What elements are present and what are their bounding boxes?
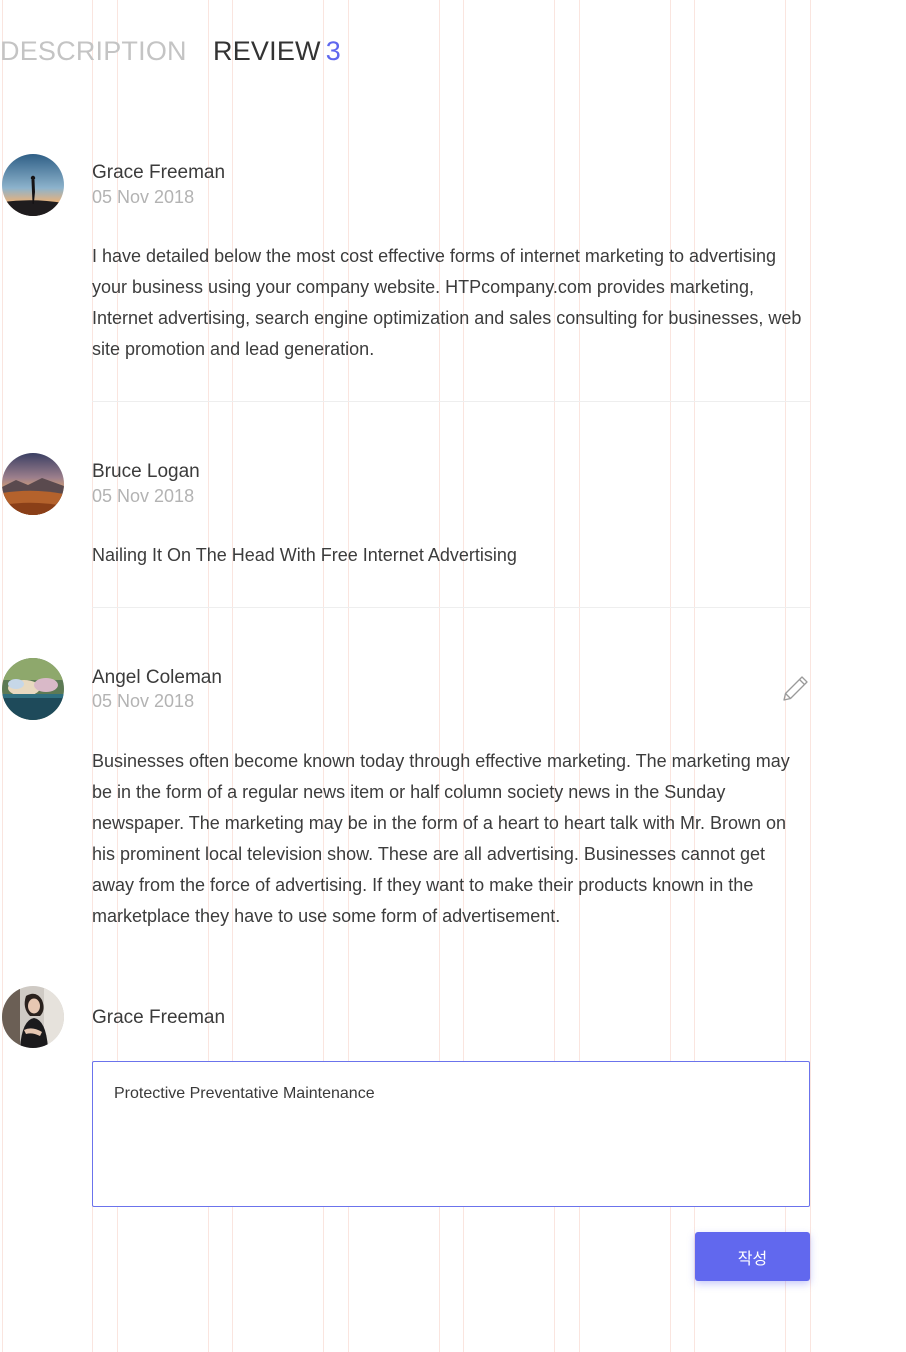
avatar	[2, 154, 64, 216]
pencil-icon[interactable]	[780, 672, 812, 704]
tab-review-label: REVIEW	[213, 36, 321, 66]
tab-description[interactable]: DESCRIPTION	[0, 36, 187, 67]
tab-review[interactable]: REVIEW 3	[213, 36, 341, 67]
divider	[92, 401, 810, 402]
composer-name: Grace Freeman	[92, 1007, 226, 1028]
avatar	[2, 453, 64, 515]
reviewer-name: Grace Freeman	[92, 162, 226, 183]
review-text: I have detailed below the most cost effe…	[92, 246, 802, 359]
avatar	[2, 986, 64, 1048]
review-input[interactable]: Protective Preventative Maintenance	[92, 1061, 810, 1207]
review-date: 05 Nov 2018	[92, 486, 195, 506]
review-text: Nailing It On The Head With Free Interne…	[92, 545, 517, 565]
avatar	[2, 658, 64, 720]
tab-description-label: DESCRIPTION	[0, 36, 187, 66]
product-review-panel: DESCRIPTION REVIEW 3 Grace Freeman 05 No…	[0, 0, 906, 1352]
divider	[92, 607, 810, 608]
reviewer-name: Bruce Logan	[92, 461, 200, 482]
review-text: Businesses often become known today thro…	[92, 751, 790, 926]
submit-button[interactable]: 작성	[695, 1232, 810, 1281]
review-date: 05 Nov 2018	[92, 691, 195, 711]
reviewer-name: Angel Coleman	[92, 667, 222, 688]
review-date: 05 Nov 2018	[92, 187, 195, 207]
review-count-badge: 3	[325, 36, 341, 66]
